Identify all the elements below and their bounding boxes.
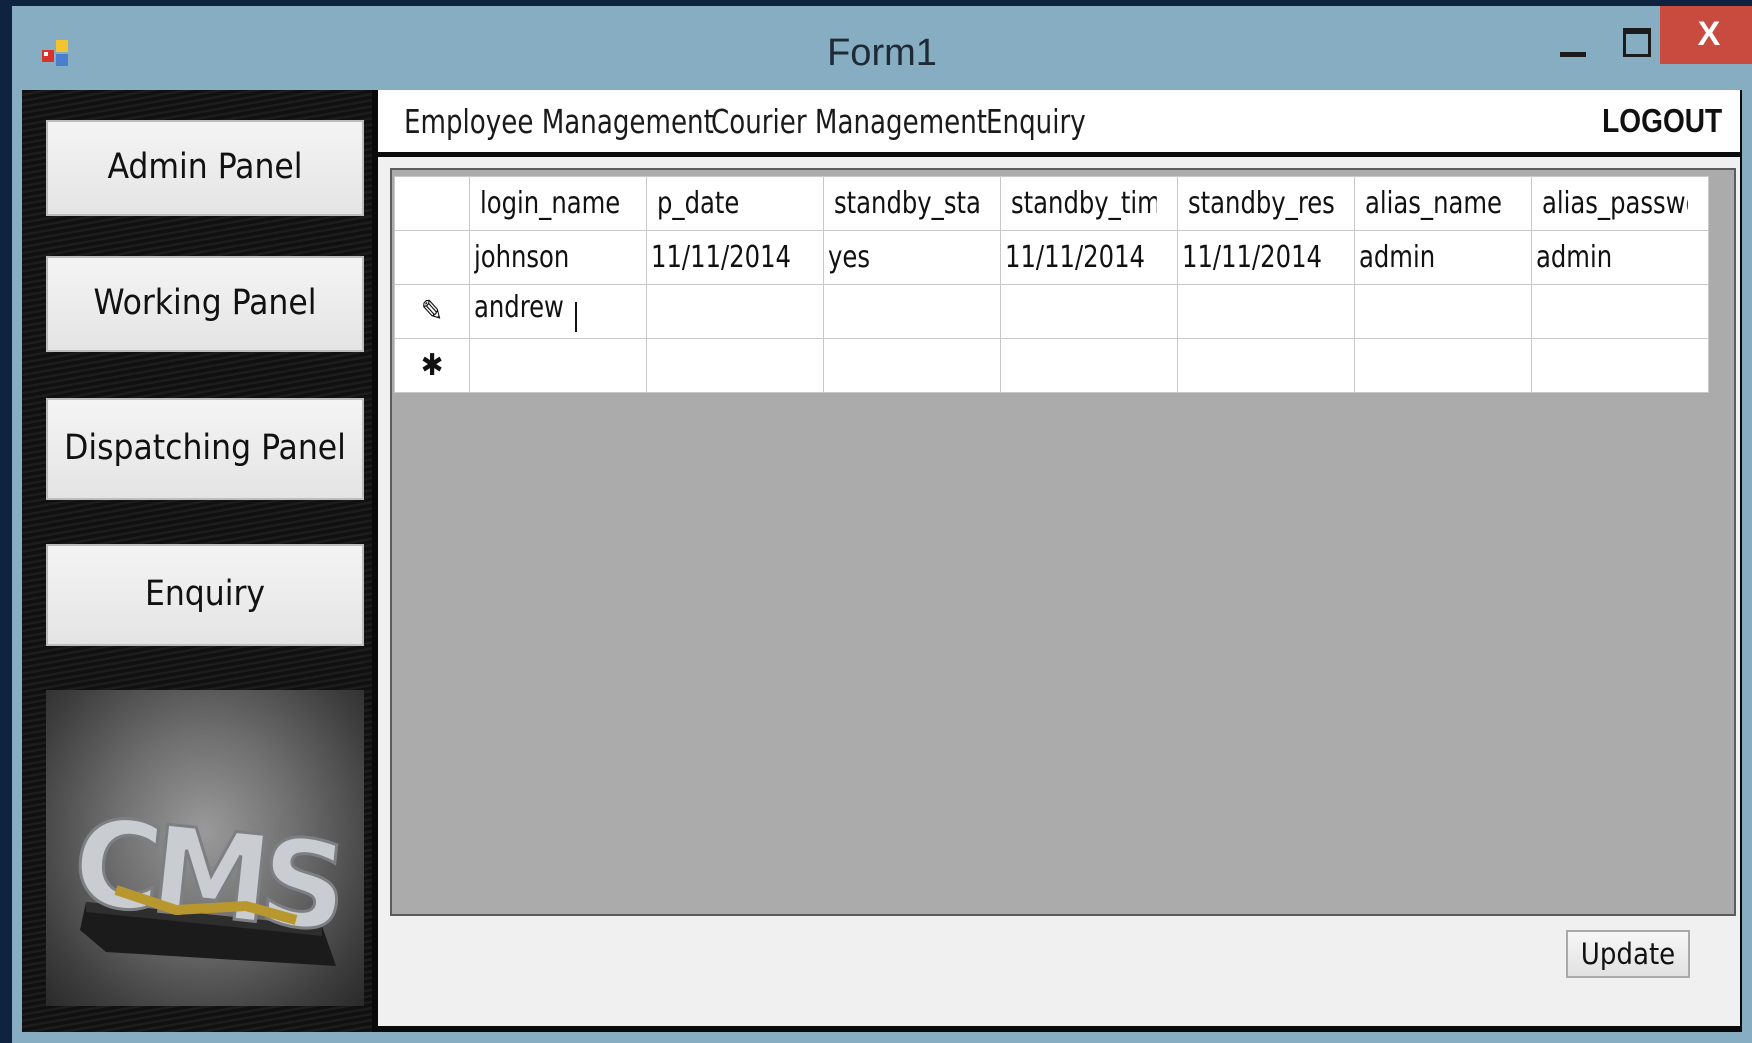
grid-cell[interactable]: [1531, 338, 1709, 393]
data-grid[interactable]: login_name p_date standby_statu: standby…: [390, 168, 1736, 916]
grid-cell[interactable]: [646, 284, 824, 339]
grid-cell[interactable]: [646, 338, 824, 393]
maximize-button[interactable]: [1607, 12, 1667, 72]
grid-cell[interactable]: yes: [823, 230, 1001, 285]
grid-cell[interactable]: [1354, 284, 1532, 339]
grid-cell[interactable]: [1177, 284, 1355, 339]
grid-corner-header[interactable]: [394, 176, 470, 231]
maximize-icon: [1623, 28, 1651, 57]
data-grid-table: login_name p_date standby_statu: standby…: [394, 176, 1709, 393]
grid-cell[interactable]: admin: [1354, 230, 1532, 285]
grid-cell[interactable]: admin: [1531, 230, 1709, 285]
update-button[interactable]: Update: [1566, 930, 1690, 978]
row-header[interactable]: [394, 230, 470, 285]
column-header-p-date[interactable]: p_date: [646, 176, 824, 231]
grid-cell[interactable]: 11/11/2014: [1000, 230, 1178, 285]
column-header-standby-time[interactable]: standby_time: [1000, 176, 1178, 231]
grid-cell[interactable]: [1531, 284, 1709, 339]
logout-button[interactable]: LOGOUT: [1602, 102, 1722, 140]
grid-cell[interactable]: [1177, 338, 1355, 393]
column-header-login-name[interactable]: login_name: [469, 176, 647, 231]
grid-cell[interactable]: [1000, 338, 1178, 393]
table-row: johnson 11/11/2014 yes 11/11/2014 11/11/…: [394, 230, 1709, 285]
close-button[interactable]: X: [1660, 6, 1752, 64]
grid-cell[interactable]: [823, 338, 1001, 393]
title-bar[interactable]: Form1 X: [12, 6, 1752, 88]
table-row-new: ✱: [394, 338, 1709, 393]
menu-bar: Employee Management Courier Management E…: [378, 90, 1740, 157]
grid-cell-editing[interactable]: andrew: [469, 284, 647, 339]
table-row-editing: ✎ andrew: [394, 284, 1709, 339]
grid-cell[interactable]: 11/11/2014: [646, 230, 824, 285]
grid-cell[interactable]: [1354, 338, 1532, 393]
dispatching-panel-button[interactable]: Dispatching Panel: [46, 398, 364, 500]
grid-cell[interactable]: [1000, 284, 1178, 339]
working-panel-button[interactable]: Working Panel: [46, 256, 364, 352]
cms-logo: CMS: [46, 690, 364, 1006]
column-header-alias-name[interactable]: alias_name: [1354, 176, 1532, 231]
grid-cell[interactable]: [823, 284, 1001, 339]
minimize-button[interactable]: [1542, 12, 1602, 72]
window-title: Form1: [827, 32, 937, 74]
grid-cell[interactable]: 11/11/2014: [1177, 230, 1355, 285]
enquiry-panel-button[interactable]: Enquiry: [46, 544, 364, 646]
app-window: Form1 X Admin Panel Working Panel Dispat…: [0, 0, 1752, 1043]
grid-header-row: login_name p_date standby_statu: standby…: [394, 176, 1709, 231]
minimize-icon: [1560, 52, 1586, 57]
new-row-asterisk-icon[interactable]: ✱: [394, 338, 470, 393]
grid-cell[interactable]: [469, 338, 647, 393]
column-header-alias-password[interactable]: alias_passwor: [1531, 176, 1709, 231]
grid-cell[interactable]: johnson: [469, 230, 647, 285]
column-header-standby-status[interactable]: standby_statu:: [823, 176, 1001, 231]
text-caret: [574, 301, 577, 332]
column-header-standby-resume[interactable]: standby_resur: [1177, 176, 1355, 231]
edit-pencil-icon[interactable]: ✎: [394, 284, 470, 339]
menu-employee-management[interactable]: Employee Management: [404, 102, 714, 141]
menu-courier-management[interactable]: Courier Management: [711, 102, 987, 141]
menu-enquiry[interactable]: Enquiry: [986, 102, 1086, 141]
cms-logo-text: CMS: [67, 793, 346, 959]
admin-panel-button[interactable]: Admin Panel: [46, 120, 364, 216]
cms-logo-image: CMS: [65, 791, 347, 966]
close-icon: X: [1697, 15, 1721, 53]
